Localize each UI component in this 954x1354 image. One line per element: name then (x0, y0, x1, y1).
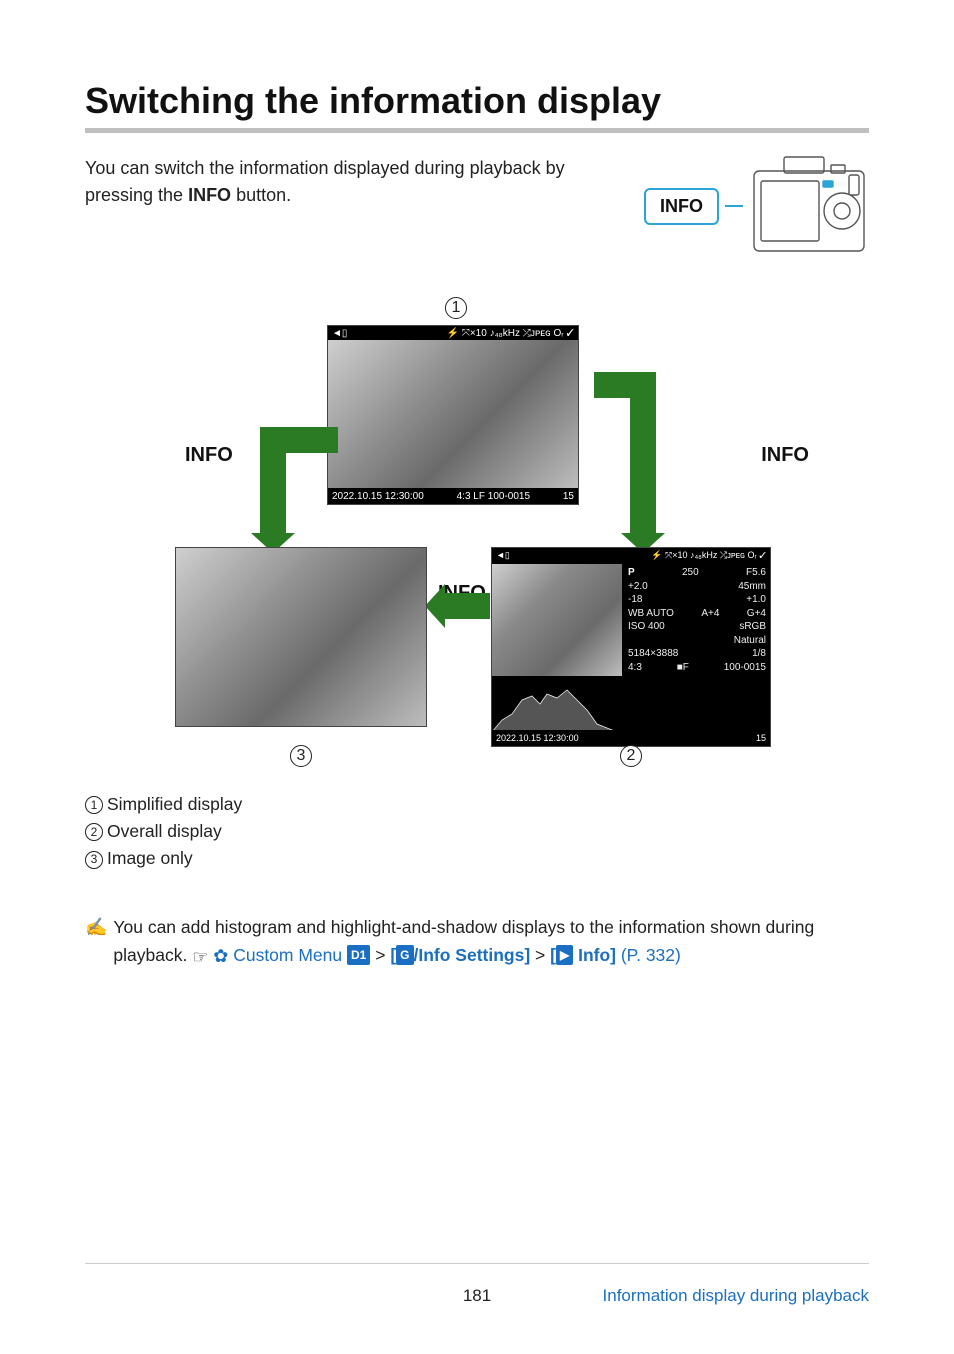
legend-item-3: 3Image only (85, 845, 869, 872)
info-cycle-diagram: 1 ◄▯ ⚡ ⤧×10 ♪₄₈kHz ⤮ᴊᴘᴇɢ Oᵣ ✓ 2022.10.15… (85, 297, 869, 747)
intro-paragraph: You can switch the information displayed… (85, 155, 634, 209)
info-label-left: INFO (185, 444, 233, 467)
overall-data-panel: P250F5.6 +2.045mm -18+1.0 WB AUTOA+4G+4 … (624, 564, 770, 728)
title-underline (85, 128, 869, 133)
screenshot-overall-display: ◄▯ ⚡ ⤧×10 ♪₄₈kHz ⤮ᴊᴘᴇɢ Oᵣ ✓ P250F5.6 +2.… (491, 547, 771, 747)
arrow-top-to-left (260, 427, 286, 535)
info-label-right: INFO (761, 444, 809, 467)
arrow-top-to-right (630, 372, 656, 535)
page-footer: 181 Information display during playback (85, 1263, 869, 1306)
shot-a-bot-right: 15 (563, 491, 574, 502)
gear-icon: ✿ (213, 946, 228, 966)
sep-1: > (375, 945, 385, 965)
tip-icon: ✍ (85, 914, 107, 971)
page-number: 181 (463, 1286, 491, 1306)
marker-1: 1 (445, 297, 467, 319)
link-info-settings[interactable]: [G/Info Settings] (390, 945, 530, 965)
shot-a-mid-right: 4:3 LF 100-0015 (457, 491, 530, 502)
marker-3: 3 (290, 745, 312, 767)
chip-play-icon: ▶ (556, 945, 573, 966)
shot-a-top-left: ◄▯ (332, 328, 347, 339)
camera-back-illustration (749, 151, 869, 261)
screenshot-image-only (175, 547, 427, 727)
chip-d1: D1 (347, 945, 370, 966)
legend-item-1: 1Simplified display (85, 791, 869, 818)
legend-item-2: 2Overall display (85, 818, 869, 845)
link-custom-menu[interactable]: Custom Menu (233, 945, 342, 965)
shot-b-bot-right: 15 (756, 733, 766, 743)
callout-connector (725, 205, 743, 207)
sep-2: > (535, 945, 545, 965)
link-play-info[interactable]: [▶ Info] (550, 945, 616, 965)
intro-info-word: INFO (188, 185, 231, 205)
see-icon: ☞ (192, 947, 208, 967)
shot-a-bot-left: 2022.10.15 12:30:00 (332, 491, 424, 502)
shot-a-top-right: ⚡ ⤧×10 ♪₄₈kHz ⤮ᴊᴘᴇɢ Oᵣ ✓ (447, 328, 574, 339)
intro-text-pre: You can switch the information displayed… (85, 158, 565, 205)
footer-breadcrumb-link[interactable]: Information display during playback (603, 1286, 869, 1306)
shot-b-bot-left: 2022.10.15 12:30:00 (496, 733, 579, 743)
marker-2: 2 (620, 745, 642, 767)
tip-note: ✍ You can add histogram and highlight-an… (85, 914, 869, 971)
page-title: Switching the information display (85, 80, 869, 122)
shot-b-top-right: ⚡ ⤧×10 ♪₄₈kHz ⤮ᴊᴘᴇɢ Oᵣ ✓ (651, 550, 766, 561)
screenshot-simplified-display: ◄▯ ⚡ ⤧×10 ♪₄₈kHz ⤮ᴊᴘᴇɢ Oᵣ ✓ 2022.10.15 1… (327, 325, 579, 505)
arrow-right-to-left (445, 593, 490, 619)
intro-text-post: button. (231, 185, 291, 205)
chip-grid-icon: G (396, 945, 413, 966)
legend: 1Simplified display 2Overall display 3Im… (85, 791, 869, 872)
info-callout-label: INFO (644, 188, 719, 225)
shot-b-top-left: ◄▯ (496, 550, 510, 561)
page-ref-link[interactable]: (P. 332) (621, 945, 681, 965)
